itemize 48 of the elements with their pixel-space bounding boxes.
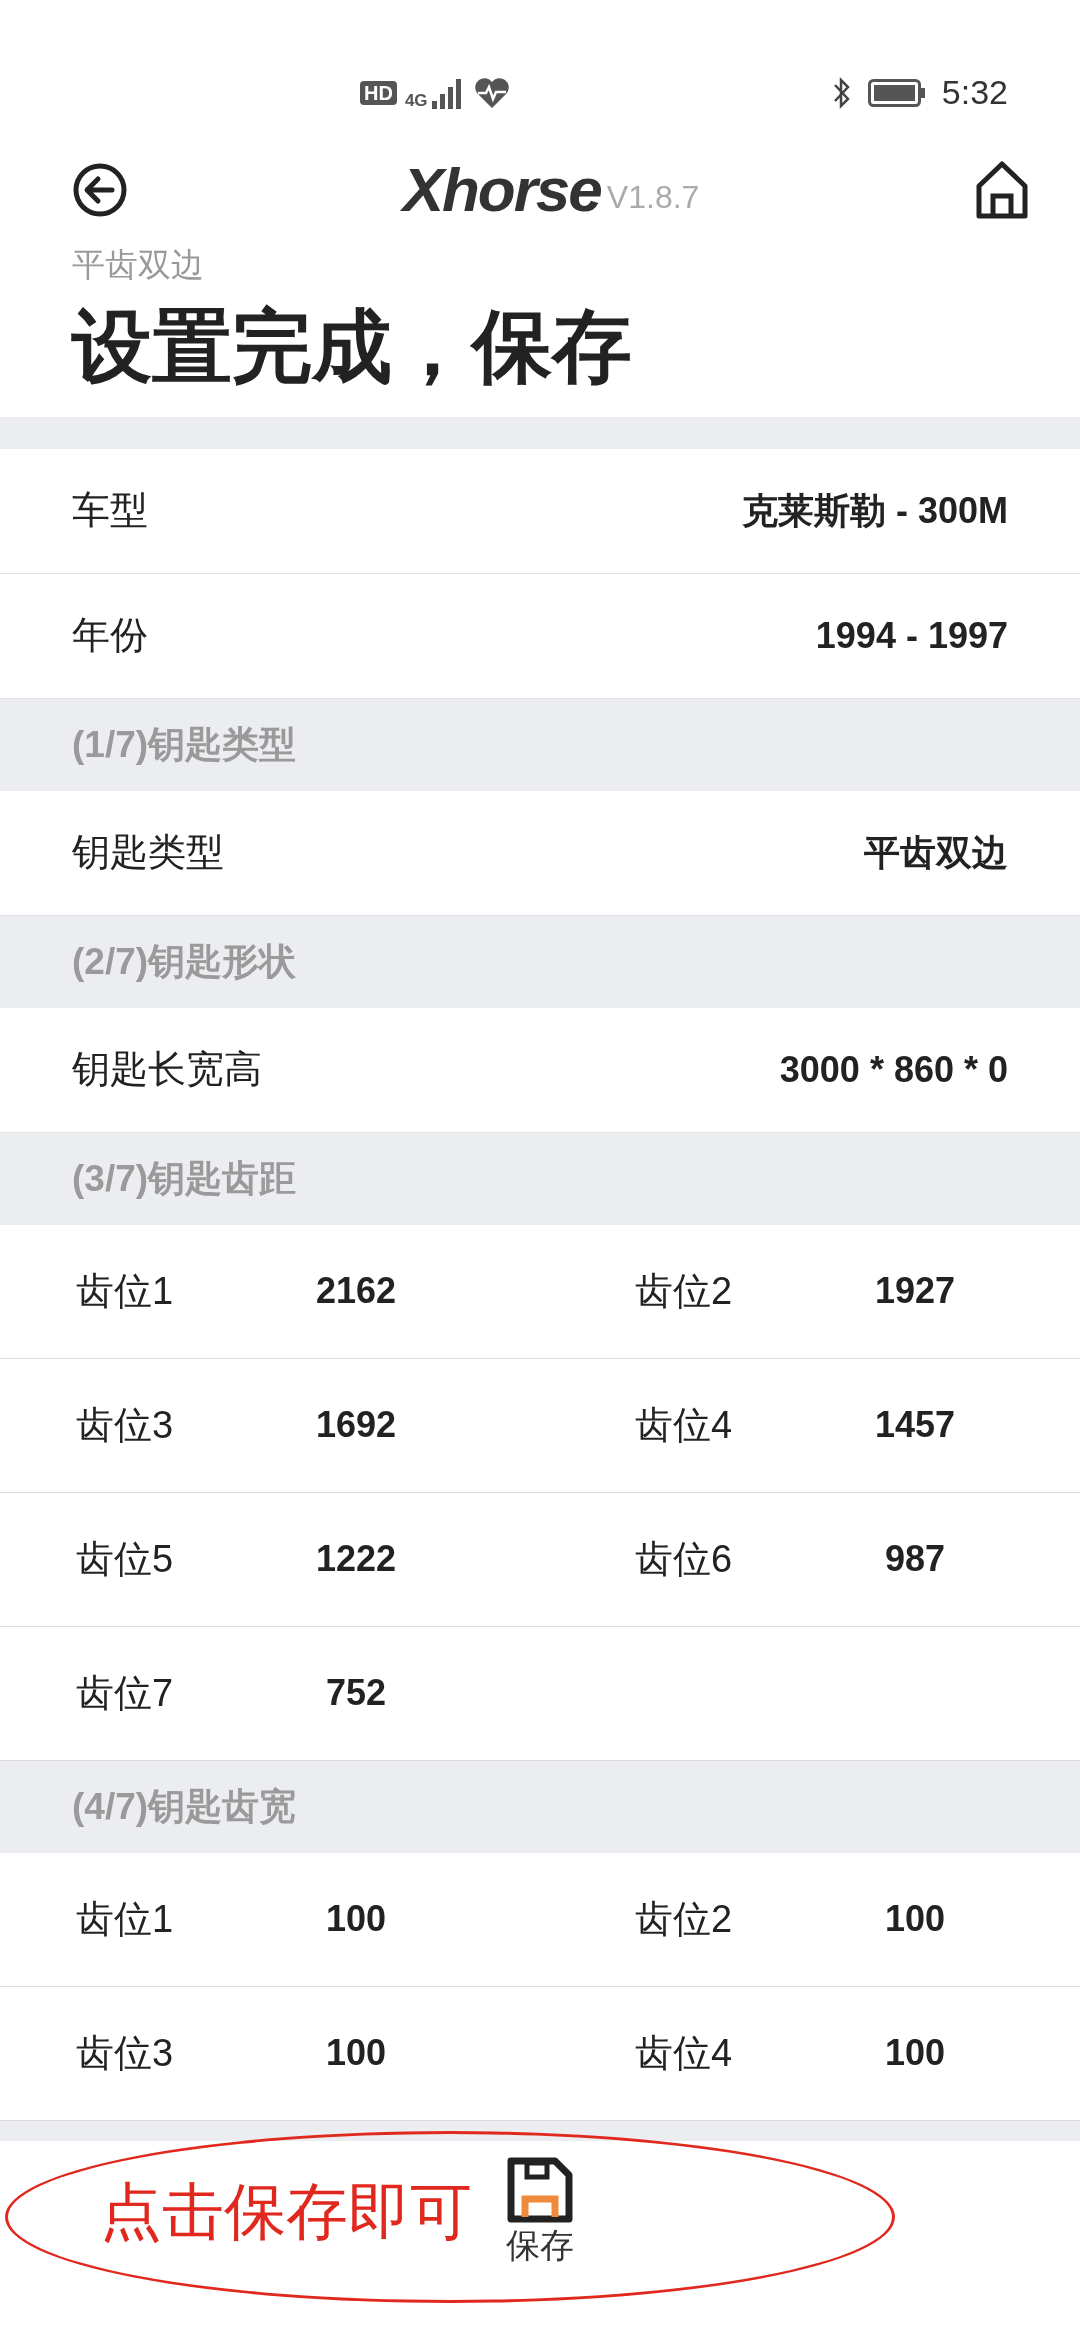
tooth-label: 齿位6 [635,1536,734,1582]
logo: Xhorse [402,159,601,221]
tooth-value: 1927 [873,1269,957,1314]
tooth-label: 齿位1 [76,1896,175,1942]
tooth-value: 100 [883,2031,947,2076]
field-label: 车型 [72,488,148,534]
subtitle: 平齿双边 [71,245,205,285]
tooth-value: 2162 [314,1269,398,1314]
tooth-label: 齿位2 [635,1268,734,1314]
home-icon[interactable] [974,160,1030,220]
field-label: 钥匙长宽高 [72,1047,262,1093]
tooth-value: 987 [883,1537,947,1582]
field-label: 年份 [72,613,148,659]
hd-label: HD [360,80,397,105]
tooth-value: 1457 [873,1403,957,1448]
section-header: (3/7)钥匙齿距 [72,1156,297,1201]
tooth-value: 100 [324,1897,388,1942]
tooth-label: 齿位2 [635,1896,734,1942]
bluetooth-icon [831,75,852,110]
tooth-value: 1692 [314,1403,398,1448]
tooth-label: 齿位4 [635,2030,734,2076]
tooth-label: 齿位3 [76,2030,175,2076]
annotation-text: 点击保存即可 [100,2180,472,2243]
back-icon[interactable] [72,162,128,218]
network-label: 4G [404,91,428,109]
battery-icon [867,78,926,107]
save-button[interactable]: 保存 [506,2156,574,2264]
tooth-label: 齿位7 [76,1670,175,1716]
status-time: 5:32 [941,72,1008,113]
tooth-value: 1222 [314,1537,398,1582]
version-label: V1.8.7 [606,178,700,217]
heart-rate-icon [473,76,510,109]
tooth-value: 100 [324,2031,388,2076]
tooth-value: 752 [324,1671,388,1716]
section-header: (1/7)钥匙类型 [72,722,297,767]
field-label: 钥匙类型 [72,830,224,876]
field-value: 3000 * 860 * 0 [779,1047,1008,1092]
field-value: 1994 - 1997 [815,613,1008,658]
tooth-label: 齿位3 [76,1402,175,1448]
field-value: 平齿双边 [864,830,1008,875]
tooth-label: 齿位4 [635,1402,734,1448]
tooth-label: 齿位1 [76,1268,175,1314]
tooth-label: 齿位5 [76,1536,175,1582]
tooth-value: 100 [883,1897,947,1942]
field-value: 克莱斯勒 - 300M [741,488,1008,533]
section-header: (4/7)钥匙齿宽 [72,1784,297,1829]
section-header: (2/7)钥匙形状 [72,939,297,984]
page-title: 设置完成，保存 [70,300,633,393]
